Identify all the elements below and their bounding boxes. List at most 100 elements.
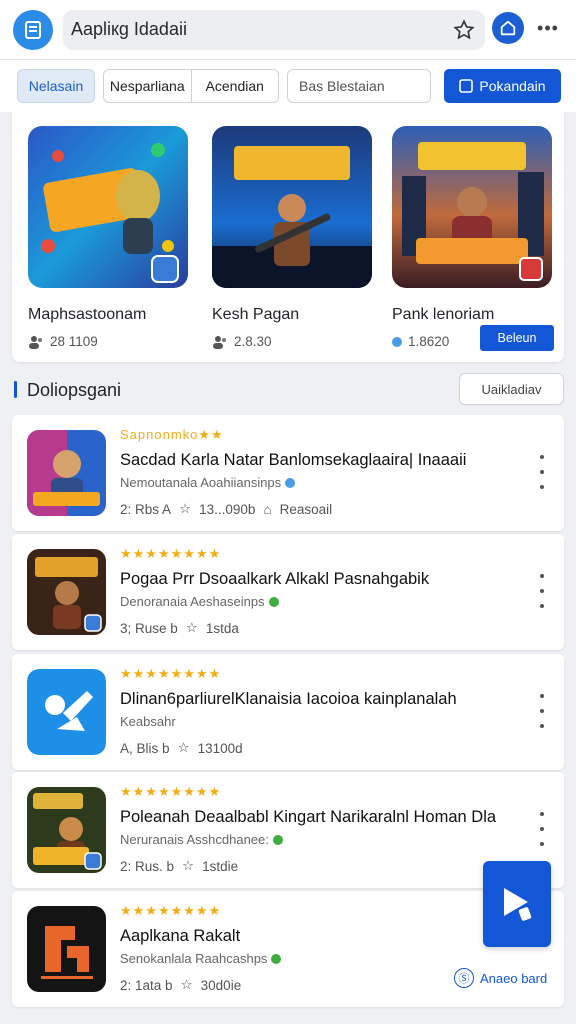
play-fab-button[interactable]: [483, 861, 551, 947]
play-icon: [504, 888, 532, 921]
verified-icon: [271, 953, 282, 964]
app-title: Pogaa Prr Dsoaalkark Alkakl Pasnahgabik: [120, 570, 430, 588]
version-label: A, Blis b: [120, 740, 170, 756]
game-artwork: [392, 126, 552, 288]
app-subtitle: Nemoutanala Aoahiiansinps: [120, 475, 296, 490]
section-title: Doliopsgani: [27, 380, 122, 400]
list-item[interactable]: Sapnonmko★★ Sacdad Karla Natar Banlomsek…: [12, 415, 564, 531]
publisher-name: Nemoutanala Aoahiiansinps: [120, 475, 282, 490]
filter-bar: Nelasain Nesparliana Acendian Bas Blesta…: [0, 60, 576, 112]
featured-card: Maphsastoonam 28 1109 Kesh Pagan 2.8.30: [12, 112, 564, 362]
app-icon: [27, 430, 106, 516]
filter-chip-active[interactable]: Nelasain: [17, 69, 95, 103]
featured-app[interactable]: Pank lenoriam 1.8620 Beleun: [392, 126, 554, 351]
version-label: 3; Ruse b: [120, 620, 178, 636]
app-icon: [27, 669, 106, 755]
star-outline-icon: ☆: [179, 501, 192, 516]
star-outline-icon: ☆: [182, 858, 195, 873]
section-action-button[interactable]: Uaikladiav: [459, 373, 564, 405]
grid-icon: [459, 79, 474, 93]
star-outline-icon: ☆: [177, 740, 190, 755]
list-item[interactable]: ★★★★★★★★ Dlinan6parliurelKlanaisia Iacoi…: [12, 654, 564, 770]
star-icon[interactable]: [451, 17, 477, 43]
featured-app-meta: 28 1109: [28, 334, 188, 349]
verified-icon: [285, 477, 296, 488]
segmented-control: Nesparliana Acendian: [103, 69, 279, 103]
version-label: 2: Rus. b: [120, 858, 175, 874]
app-title: Poleanah Deaalbabl Kingart Narikaralnl H…: [120, 808, 497, 826]
home-icon[interactable]: [492, 12, 524, 44]
category-label: Reasoail: [279, 501, 333, 517]
app-subtitle: Neruranais Asshcdhanee:: [120, 832, 283, 847]
featured-app[interactable]: Maphsastoonam 28 1109: [28, 126, 188, 349]
more-vert-icon[interactable]: [532, 812, 552, 846]
app-meta: A, Blis b ☆ 13100d: [120, 740, 243, 756]
list-item[interactable]: ★★★★★★★★ Pogaa Prr Dsoaalkark Alkakl Pas…: [12, 534, 564, 650]
app-subtitle: Senokanlala Raahcashps: [120, 951, 282, 966]
more-vert-icon[interactable]: [532, 455, 552, 489]
star-outline-icon: ☆: [180, 977, 193, 992]
users-icon: [29, 335, 42, 349]
star-outline-icon: ☆: [185, 620, 198, 635]
rating-stars: ★★★★★★★★: [120, 903, 222, 918]
app-title: Sacdad Karla Natar Banlomsekaglaaira| In…: [120, 451, 467, 469]
rating-stars: ★★★★★★★★: [120, 666, 222, 681]
downloads-label: 13100d: [197, 740, 243, 756]
rating-stars: ★★★★★★★★: [120, 546, 222, 561]
primary-action-label: Pokandain: [479, 78, 546, 94]
publisher-name: Keabsahr: [120, 714, 176, 729]
rating-stars: Sapnonmko★★: [120, 427, 224, 442]
footer-link[interactable]: Ⓢ Anaeo bard: [454, 968, 547, 988]
status-dot-icon: [392, 336, 402, 347]
featured-app-stat: 28 1109: [50, 334, 98, 349]
more-vert-icon[interactable]: [532, 574, 552, 608]
section-accent-bar: [14, 381, 17, 398]
featured-app-name: Maphsastoonam: [28, 306, 147, 323]
app-meta: 3; Ruse b ☆ 1stda: [120, 620, 239, 636]
app-title: Dlinan6parliurelKlanaisia Iacoioa kainpl…: [120, 690, 457, 708]
version-label: 2: 1ata b: [120, 977, 173, 993]
app-icon: [27, 549, 106, 635]
game-artwork: [212, 126, 372, 288]
section-header: Doliopsgani Uaikladiav: [12, 372, 564, 408]
app-subtitle: Keabsahr: [120, 714, 176, 729]
featured-app-stat: 2.8.30: [234, 334, 272, 349]
top-bar: Aapliкg Idadaii •••: [0, 0, 576, 60]
address-bar[interactable]: Aapliкg Idadaii: [63, 10, 485, 50]
app-icon: [27, 787, 106, 873]
users-icon: [213, 335, 226, 349]
featured-app-name: Kesh Pagan: [212, 306, 300, 323]
document-icon[interactable]: [13, 10, 53, 50]
app-meta: 2: Rus. b ☆ 1stdie: [120, 858, 238, 874]
downloads-label: 1stda: [205, 620, 239, 636]
primary-action-button[interactable]: Pokandain: [444, 69, 561, 103]
app-title: Aaplkana Rakalt: [120, 927, 241, 945]
more-vert-icon[interactable]: [532, 694, 552, 728]
open-button[interactable]: Beleun: [480, 325, 554, 351]
version-label: 2: Rbs A: [120, 501, 172, 517]
downloads-label: 13...090b: [199, 501, 256, 517]
more-options-icon[interactable]: •••: [534, 14, 562, 42]
list-item[interactable]: ★★★★★★★★ Poleanah Deaalbabl Kingart Nari…: [12, 772, 564, 888]
segment-option[interactable]: Nesparliana: [104, 70, 191, 102]
search-input[interactable]: Bas Blestaian: [287, 69, 431, 103]
publisher-name: Denoranaia Aeshaseinps: [120, 594, 265, 609]
featured-app-stat: 1.8620: [408, 334, 450, 349]
featured-app-meta: 2.8.30: [212, 334, 372, 349]
game-artwork: [28, 126, 188, 288]
app-subtitle: Denoranaia Aeshaseinps: [120, 594, 279, 609]
verified-icon: [268, 596, 279, 607]
home-outline-icon: ⌂: [263, 501, 272, 517]
rating-stars: ★★★★★★★★: [120, 784, 222, 799]
link-icon: Ⓢ: [454, 968, 474, 988]
featured-app-name: Pank lenoriam: [392, 306, 495, 323]
list-item[interactable]: ★★★★★★★★ Aaplkana Rakalt Senokanlala Raa…: [12, 891, 564, 1007]
downloads-label: 1stdie: [202, 858, 239, 874]
app-meta: 2: 1ata b ☆ 30d0ie: [120, 977, 241, 993]
segment-option[interactable]: Acendian: [190, 70, 279, 102]
search-placeholder: Bas Blestaian: [299, 78, 385, 94]
app-meta: 2: Rbs A ☆ 13...090b ⌂ Reasoail: [120, 501, 332, 517]
publisher-name: Neruranais Asshcdhanee:: [120, 832, 269, 847]
app-icon: [27, 906, 106, 992]
featured-app[interactable]: Kesh Pagan 2.8.30: [212, 126, 372, 349]
